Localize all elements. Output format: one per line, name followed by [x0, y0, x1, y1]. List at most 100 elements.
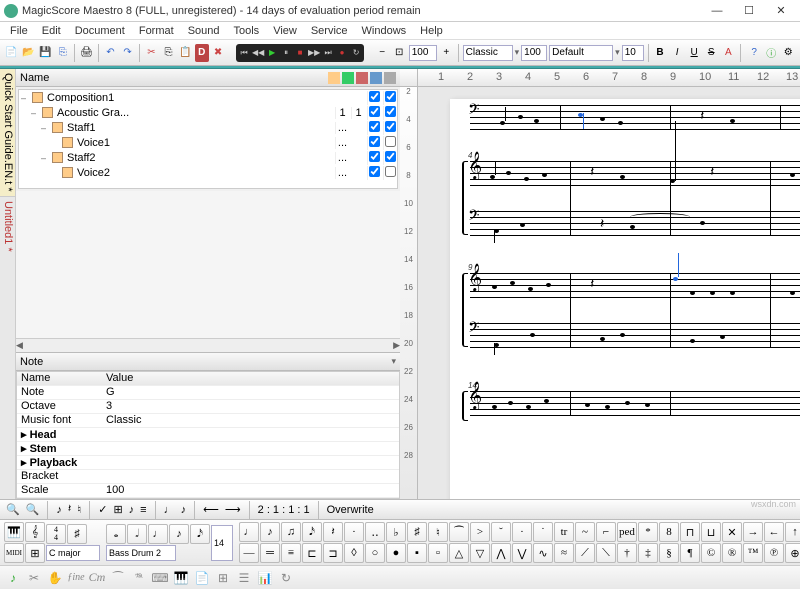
palette-button[interactable]: ¶ [680, 543, 700, 563]
dynamic-icon[interactable]: Cm [88, 569, 106, 587]
cut-button[interactable]: ✂ [144, 44, 159, 62]
palette-button[interactable]: ♮ [428, 522, 448, 542]
palette-button[interactable]: — [239, 543, 259, 563]
time-sig-button[interactable]: 44 [46, 524, 66, 544]
palette-button[interactable]: § [659, 543, 679, 563]
piano-small-icon[interactable]: 🎹 [172, 569, 190, 587]
palette-button[interactable]: ♭ [386, 522, 406, 542]
piano-icon[interactable]: 🎹 [4, 522, 24, 542]
tree-tool4-icon[interactable] [370, 72, 382, 84]
keyboard-icon[interactable]: ⌨ [151, 569, 169, 587]
palette-button[interactable]: ‡ [638, 543, 658, 563]
chevron-down-icon[interactable]: ▾ [515, 47, 520, 58]
palette-button[interactable]: ® [722, 543, 742, 563]
palette-button[interactable]: > [470, 522, 490, 542]
property-row[interactable]: Music fontClassic [17, 414, 399, 428]
palette-button[interactable]: ⟍ [596, 543, 616, 563]
palette-button[interactable]: * [638, 522, 658, 542]
palette-button[interactable]: ‥ [365, 522, 385, 542]
palette-button[interactable]: ♪ [260, 522, 280, 542]
palette-button[interactable]: © [701, 543, 721, 563]
undo-button[interactable]: ↶ [103, 44, 118, 62]
drum-select[interactable] [106, 545, 176, 561]
close-button[interactable]: ✕ [766, 2, 796, 20]
score-view[interactable]: 1234567891011121314151617181920 24681012… [400, 69, 800, 499]
chevron-down-icon[interactable]: ▾ [391, 356, 396, 367]
grid-icon[interactable]: ⊞ [214, 569, 232, 587]
rewind-button[interactable]: ◀◀ [251, 45, 265, 61]
italic-button[interactable]: I [670, 44, 685, 62]
stop-button[interactable]: ■ [293, 45, 307, 61]
drum-num-input[interactable] [211, 525, 233, 561]
composition-tree[interactable]: –Composition1–Acoustic Gra...11–Staff1..… [18, 89, 398, 189]
palette-button[interactable]: ═ [260, 543, 280, 563]
info-button[interactable]: ⓘ [764, 44, 779, 62]
minimize-button[interactable]: — [702, 2, 732, 20]
sixteenth-note-button[interactable]: 𝅘𝅥𝅯 [190, 524, 210, 544]
pedal-icon[interactable]: 𝆮 [130, 569, 148, 587]
menu-file[interactable]: File [4, 24, 34, 38]
print-button[interactable]: 🖨 [79, 44, 94, 62]
palette-button[interactable]: ↑ [785, 522, 800, 542]
palette-button[interactable]: ˙ [533, 522, 553, 542]
palette-button[interactable]: ♯ [407, 522, 427, 542]
palette-button[interactable]: ⊔ [701, 522, 721, 542]
menu-help[interactable]: Help [414, 24, 449, 38]
help-button[interactable]: ? [747, 44, 762, 62]
settings-button[interactable]: ⚙ [781, 44, 796, 62]
copy-button[interactable]: ⎘ [161, 44, 176, 62]
treble-clef-button[interactable]: 𝄞 [25, 522, 45, 542]
palette-button[interactable]: · [344, 522, 364, 542]
palette-button[interactable]: ⋀ [491, 543, 511, 563]
half-note-button[interactable]: 𝅗𝅥 [127, 524, 147, 544]
midi-button[interactable]: MIDI [4, 543, 24, 563]
palette-button[interactable]: → [743, 522, 763, 542]
palette-button[interactable]: ⁀ [449, 522, 469, 542]
paste-button[interactable]: 📋 [178, 44, 193, 62]
palette-button[interactable]: ⟋ [575, 543, 595, 563]
palette-button[interactable]: † [617, 543, 637, 563]
palette-button[interactable]: ▪ [407, 543, 427, 563]
quarter-note-button[interactable]: ♩ [148, 524, 168, 544]
saveall-button[interactable]: ⎘ [55, 44, 70, 62]
palette-button[interactable]: ⋁ [512, 543, 532, 563]
text-fine-icon[interactable]: ƒine [67, 569, 85, 587]
underline-button[interactable]: U [687, 44, 702, 62]
mode-d-button[interactable]: D [195, 44, 208, 62]
palette-button[interactable]: 𝄽 [323, 522, 343, 542]
palette-button[interactable]: ⌐ [596, 522, 616, 542]
palette-button[interactable]: ℗ [764, 543, 784, 563]
play-button[interactable]: ▶ [265, 45, 279, 61]
menu-view[interactable]: View [267, 24, 303, 38]
palette-button[interactable]: ™ [743, 543, 763, 563]
property-row[interactable]: ▸ Playback [17, 456, 399, 470]
palette-button[interactable]: ◊ [344, 543, 364, 563]
score-page[interactable]: 𝄢 𝄽 4 [450, 99, 800, 499]
palette-button[interactable]: ~ [575, 522, 595, 542]
palette-button[interactable]: ⊕ [785, 543, 800, 563]
tab-quickstart[interactable]: Quick Start Guide.EN.t * [0, 69, 15, 197]
tab-untitled[interactable]: Untitled1 * [0, 197, 15, 256]
tree-row[interactable]: –Composition1 [19, 90, 397, 105]
zoom-fit-button[interactable]: ⊡ [392, 44, 407, 62]
zoom-input[interactable] [409, 45, 437, 61]
bold-button[interactable]: B [653, 44, 668, 62]
menu-sound[interactable]: Sound [182, 24, 226, 38]
forward-button[interactable]: ▶▶ [307, 45, 321, 61]
palette-button[interactable]: ♫ [281, 522, 301, 542]
palette-button[interactable]: ✕ [722, 522, 742, 542]
palette-button[interactable]: ⊓ [680, 522, 700, 542]
palette-button[interactable]: ≡ [281, 543, 301, 563]
cut-icon[interactable]: ✂ [25, 569, 43, 587]
save-button[interactable]: 💾 [38, 44, 53, 62]
whole-note-button[interactable]: 𝅝 [106, 524, 126, 544]
style-select[interactable] [463, 45, 513, 61]
tree-tool3-icon[interactable] [356, 72, 368, 84]
palette-button[interactable]: ← [764, 522, 784, 542]
tree-tool1-icon[interactable] [328, 72, 340, 84]
hand-icon[interactable]: ✋ [46, 569, 64, 587]
palette-button[interactable]: ○ [365, 543, 385, 563]
note-mode-icon[interactable]: ♪ [4, 569, 22, 587]
zoom-out-button[interactable]: − [375, 44, 390, 62]
chevron-down-icon[interactable]: ▾ [615, 47, 620, 58]
